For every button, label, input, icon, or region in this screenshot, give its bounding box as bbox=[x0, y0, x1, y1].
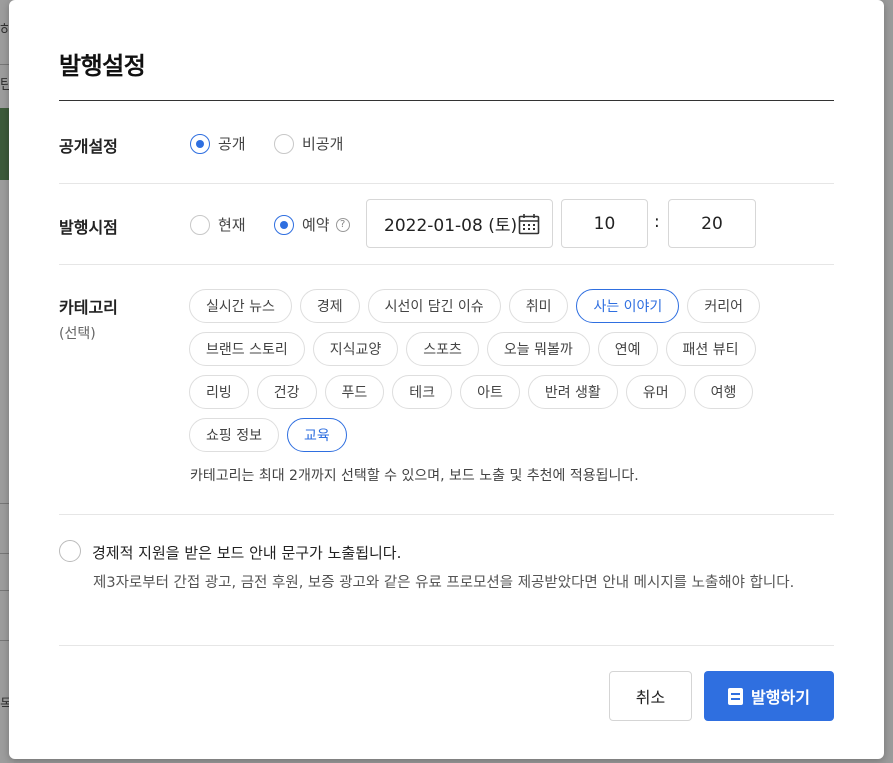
radio-public-label: 공개 bbox=[218, 135, 246, 153]
question-circle-icon[interactable]: ? bbox=[335, 217, 350, 232]
category-chip[interactable]: 쇼핑 정보 bbox=[189, 418, 279, 452]
cancel-button-label: 취소 bbox=[635, 688, 666, 707]
category-chip[interactable]: 반려 생활 bbox=[527, 375, 618, 409]
modal-title: 발행설정 bbox=[59, 52, 146, 80]
category-chip[interactable]: 여행 bbox=[693, 375, 754, 409]
category-chip[interactable]: 지식교양 bbox=[312, 332, 399, 366]
publish-settings-modal: 발행설정 공개설정 공개 비공개 발행시점 현재 예약 ? 2022-01-08… bbox=[9, 0, 884, 759]
sponsorship-description: 제3자로부터 간접 광고, 금전 후원, 보증 광고와 같은 유료 프로모션을 … bbox=[93, 575, 795, 591]
category-chip[interactable]: 푸드 bbox=[324, 375, 385, 409]
category-chip[interactable]: 브랜드 스토리 bbox=[189, 332, 305, 366]
category-chip[interactable]: 커리어 bbox=[687, 289, 760, 323]
category-chip[interactable]: 리빙 bbox=[189, 375, 249, 409]
category-chip[interactable]: 아트 bbox=[460, 375, 520, 409]
radio-now[interactable]: 현재 bbox=[190, 214, 246, 235]
cancel-button[interactable]: 취소 bbox=[609, 671, 692, 721]
publish-button-label: 발행하기 bbox=[751, 688, 810, 707]
time-separator: : bbox=[654, 212, 660, 232]
title-divider bbox=[59, 100, 834, 101]
radio-private-label: 비공개 bbox=[302, 135, 344, 153]
category-sub-label: (선택) bbox=[59, 326, 96, 342]
radio-private[interactable]: 비공개 bbox=[274, 133, 343, 154]
radio-now-circle[interactable] bbox=[190, 214, 210, 235]
category-chip[interactable]: 유머 bbox=[625, 375, 686, 409]
category-chip[interactable]: 경제 bbox=[299, 289, 360, 323]
publish-time-label: 발행시점 bbox=[59, 218, 118, 237]
category-chip[interactable]: 건강 bbox=[256, 375, 317, 409]
minute-field[interactable]: 20 bbox=[668, 199, 756, 248]
row-divider bbox=[59, 514, 834, 515]
category-chip-selected[interactable]: 교육 bbox=[286, 418, 347, 452]
date-picker[interactable]: 2022-01-08 (토) bbox=[366, 199, 553, 248]
radio-schedule[interactable]: 예약 ? bbox=[274, 214, 350, 235]
radio-private-circle[interactable] bbox=[274, 133, 294, 154]
sponsorship-title: 경제적 지원을 받은 보드 안내 문구가 노출됩니다. bbox=[92, 544, 402, 562]
row-divider bbox=[59, 645, 834, 646]
category-chip[interactable]: 스포츠 bbox=[406, 332, 479, 366]
radio-now-label: 현재 bbox=[218, 216, 246, 234]
publish-button[interactable]: 발행하기 bbox=[704, 671, 834, 721]
category-chip-selected[interactable]: 사는 이야기 bbox=[576, 289, 680, 323]
category-label: 카테고리 bbox=[59, 298, 118, 317]
category-chip[interactable]: 취미 bbox=[508, 289, 569, 323]
date-value: 2022-01-08 (토) bbox=[384, 216, 518, 236]
row-divider bbox=[59, 183, 834, 184]
category-chip[interactable]: 패션 뷰티 bbox=[665, 332, 756, 366]
document-icon bbox=[728, 687, 744, 705]
sponsorship-checkbox[interactable] bbox=[59, 540, 81, 562]
category-chip[interactable]: 시선이 담긴 이슈 bbox=[367, 289, 501, 323]
visibility-label: 공개설정 bbox=[59, 137, 118, 156]
hour-field[interactable]: 10 bbox=[561, 199, 648, 248]
radio-schedule-label: 예약 bbox=[302, 216, 330, 234]
calendar-icon[interactable] bbox=[518, 213, 540, 235]
radio-public-circle[interactable] bbox=[190, 133, 210, 154]
category-chip[interactable]: 오늘 뭐볼까 bbox=[486, 332, 590, 366]
radio-public[interactable]: 공개 bbox=[190, 133, 246, 154]
category-chip[interactable]: 실시간 뉴스 bbox=[189, 289, 292, 323]
radio-schedule-circle[interactable] bbox=[274, 214, 294, 235]
row-divider bbox=[59, 264, 834, 265]
category-chip[interactable]: 테크 bbox=[392, 375, 453, 409]
category-chip[interactable]: 연예 bbox=[597, 332, 658, 366]
category-note: 카테고리는 최대 2개까지 선택할 수 있으며, 보드 노출 및 추천에 적용됩… bbox=[190, 468, 639, 484]
